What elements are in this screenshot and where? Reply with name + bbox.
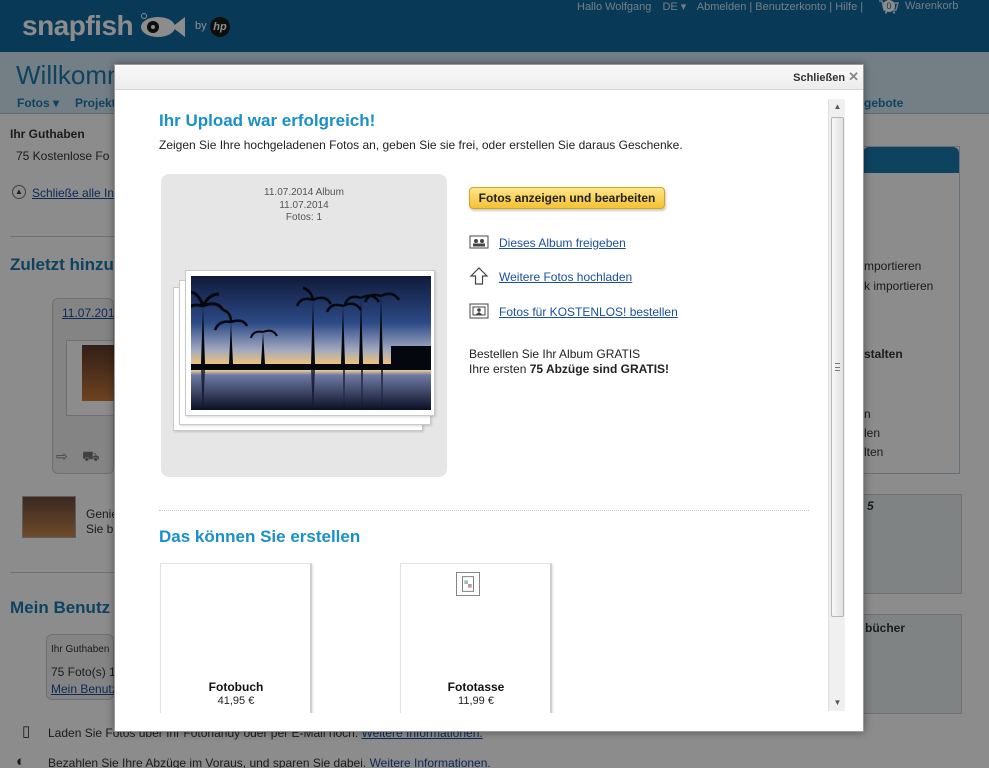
album-meta-line3: Fotos: 1: [285, 212, 323, 223]
upload-arrow-icon: [469, 267, 489, 285]
dialog-titlebar: Schließen ✕: [115, 65, 863, 90]
album-meta-line1: 11.07.2014 Album: [264, 187, 344, 198]
close-button[interactable]: Schließen ✕: [793, 69, 859, 85]
product-name: Fotobuch: [208, 680, 264, 694]
close-label: Schließen: [793, 72, 846, 84]
product-price: 41,95 €: [217, 695, 255, 707]
order-photos-link[interactable]: Fotos für KOSTENLOS! bestellen: [499, 305, 678, 319]
upload-more-link[interactable]: Weitere Fotos hochladen: [499, 270, 632, 284]
scroll-up-icon[interactable]: ▲: [829, 99, 846, 115]
dialog-body: Ihr Upload war erfolgreich! Zeigen Sie I…: [115, 91, 827, 713]
product-card-fotobuch[interactable]: Fotobuch 41,95 €: [160, 563, 312, 713]
product-name: Fototasse: [447, 680, 505, 694]
scroll-down-icon[interactable]: ▼: [829, 695, 846, 711]
promo-free-prints-prefix: Ihre ersten: [469, 362, 530, 376]
dialog-subtitle: Zeigen Sie Ihre hochgeladenen Fotos an, …: [159, 138, 683, 152]
album-cover-photo[interactable]: [191, 276, 431, 410]
promo-free-album: Bestellen Sie Ihr Album GRATIS: [469, 347, 641, 361]
share-album-link[interactable]: Dieses Album freigeben: [499, 236, 626, 250]
product-price: 11,99 €: [458, 695, 494, 707]
product-card-fototasse[interactable]: Fototasse 11,99 €: [400, 563, 552, 713]
promo-free-prints: Ihre ersten 75 Abzüge sind GRATIS!: [469, 362, 669, 376]
scrollbar-thumb[interactable]: [831, 117, 844, 617]
upload-success-dialog: Schließen ✕ Ihr Upload war erfolgreich! Z…: [114, 64, 864, 732]
grip-icon: [835, 363, 840, 371]
broken-image-icon: [456, 572, 480, 596]
create-heading: Das können Sie erstellen: [159, 527, 361, 546]
album-card[interactable]: 11.07.2014 Album 11.07.2014 Fotos: 1: [161, 174, 447, 477]
section-divider: [159, 510, 809, 511]
album-meta-line2: 11.07.2014: [279, 199, 329, 211]
view-edit-photos-button[interactable]: Fotos anzeigen und bearbeiten: [469, 187, 665, 209]
order-photos-icon: [469, 303, 489, 319]
album-meta: 11.07.2014 Album 11.07.2014 Fotos: 1: [161, 187, 447, 225]
close-icon: ✕: [848, 69, 859, 84]
dialog-title: Ihr Upload war erfolgreich!: [159, 111, 376, 130]
promo-free-prints-bold: 75 Abzüge sind GRATIS!: [529, 362, 670, 376]
dialog-scrollbar[interactable]: ▲ ▼: [828, 99, 845, 711]
share-album-icon: [469, 235, 489, 249]
